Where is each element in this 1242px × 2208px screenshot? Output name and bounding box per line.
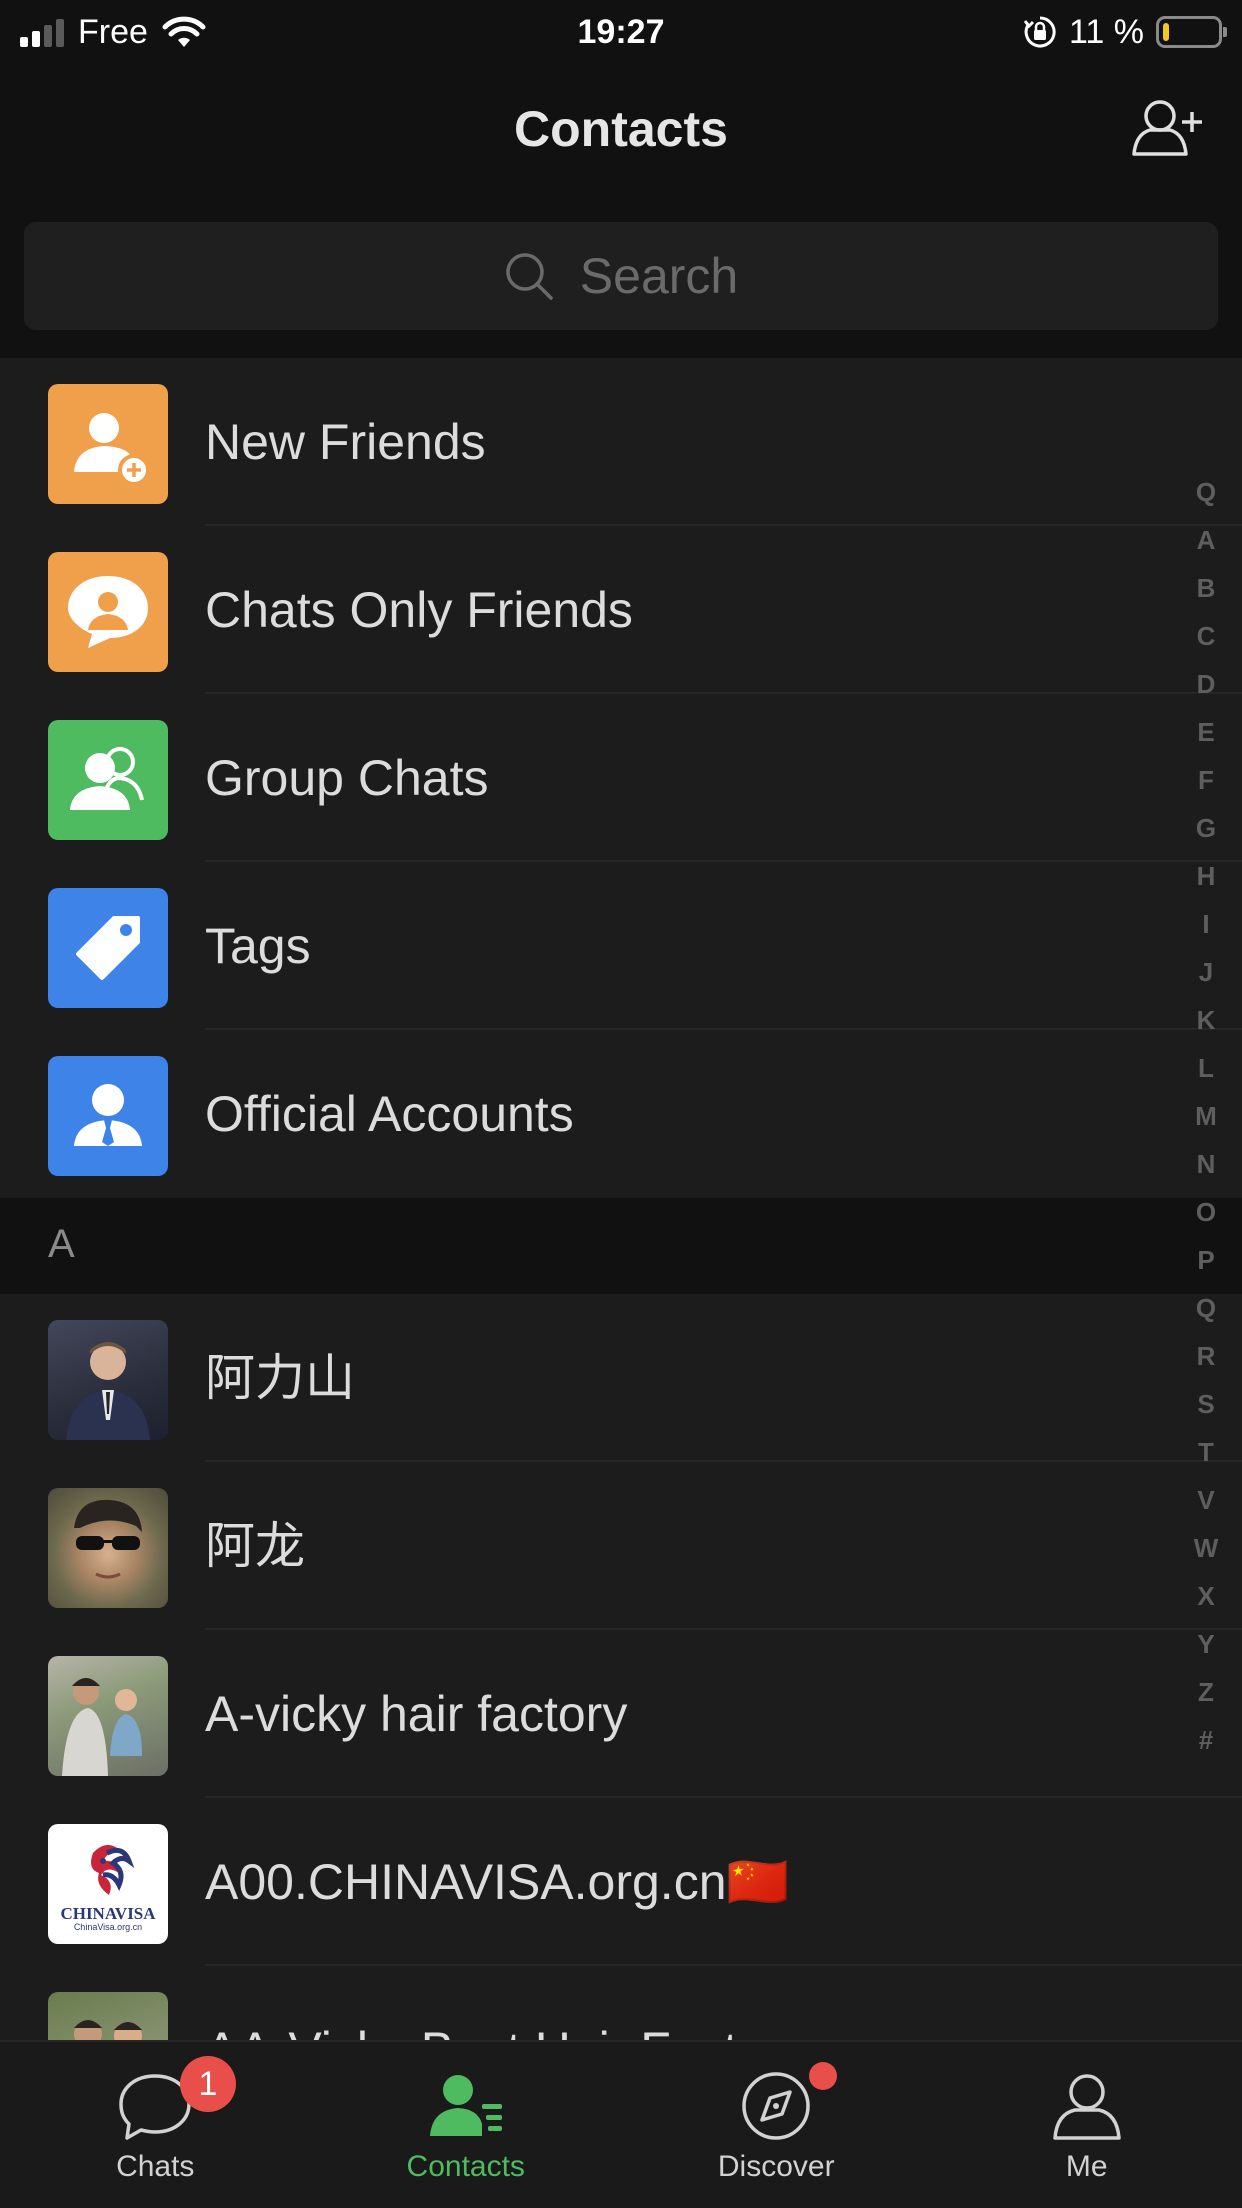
contact-name: A00.CHINAVISA.org.cn🇨🇳 (205, 1854, 789, 1910)
tag-icon (48, 888, 168, 1008)
index-letter[interactable]: J (1199, 948, 1213, 996)
tab-chats[interactable]: Chats 1 (0, 2042, 311, 2208)
group-chats-icon (48, 720, 168, 840)
tab-contacts-label: Contacts (406, 2150, 525, 2183)
official-accounts-item[interactable]: Official Accounts (0, 1030, 1242, 1198)
index-letter[interactable]: I (1202, 900, 1209, 948)
add-contact-icon (1132, 100, 1202, 156)
avatar (48, 1488, 168, 1608)
contact-row[interactable]: 阿力山 (0, 1294, 1242, 1462)
alphabet-index[interactable]: Q A B C D E F G H I J K L M N O P Q R S T V W X Y Z # (1182, 468, 1230, 1764)
index-letter[interactable]: F (1198, 756, 1214, 804)
index-letter[interactable]: Z (1198, 1668, 1214, 1716)
search-input[interactable]: Search (24, 222, 1218, 330)
section-header-a: A (0, 1198, 1242, 1294)
contacts-icon (429, 2075, 502, 2136)
index-letter[interactable]: O (1196, 1188, 1216, 1236)
index-letter[interactable]: L (1198, 1044, 1214, 1092)
unread-badge: 1 (180, 2056, 236, 2112)
index-letter[interactable]: H (1197, 852, 1216, 900)
index-letter[interactable]: A (1197, 516, 1216, 564)
add-contact-button[interactable] (1130, 96, 1204, 160)
index-letter[interactable]: Y (1197, 1620, 1214, 1668)
index-letter[interactable]: X (1197, 1572, 1214, 1620)
chats-only-friends-label: Chats Only Friends (205, 582, 633, 638)
index-search-icon[interactable]: Q (1196, 468, 1216, 516)
tags-item[interactable]: Tags (0, 862, 1242, 1030)
index-letter[interactable]: R (1197, 1332, 1216, 1380)
status-bar: Free 19:27 11 % (0, 0, 1242, 64)
notification-dot (809, 2062, 837, 2090)
chinavisa-logo-icon (91, 1845, 135, 1895)
avatar (48, 1656, 168, 1776)
nav-bar: Contacts (0, 64, 1242, 192)
index-letter[interactable]: G (1196, 804, 1216, 852)
tab-bar: Chats 1 Contacts Discover Me (0, 2040, 1242, 2208)
index-letter[interactable]: S (1197, 1380, 1214, 1428)
index-letter[interactable]: M (1195, 1092, 1217, 1140)
index-letter[interactable]: W (1194, 1524, 1219, 1572)
chinavisa-logo-subtext: ChinaVisa.org.cn (73, 1922, 143, 1932)
index-letter[interactable]: V (1197, 1476, 1214, 1524)
group-chats-item[interactable]: Group Chats (0, 694, 1242, 862)
contact-row[interactable]: CHINAVISA ChinaVisa.org.cn A00.CHINAVISA… (0, 1798, 1242, 1966)
chats-only-friends-item[interactable]: Chats Only Friends (0, 526, 1242, 694)
page-title: Contacts (514, 101, 728, 157)
search-icon (506, 253, 553, 300)
tab-discover[interactable]: Discover (621, 2042, 932, 2208)
new-friends-icon (48, 384, 168, 504)
chinavisa-logo-text: CHINAVISA (60, 1905, 155, 1922)
contact-name: 阿力山 (205, 1350, 355, 1406)
new-friends-label: New Friends (205, 414, 486, 470)
index-letter[interactable]: P (1197, 1236, 1214, 1284)
contact-row[interactable]: 阿龙 (0, 1462, 1242, 1630)
index-letter[interactable]: E (1197, 708, 1214, 756)
official-accounts-icon (48, 1056, 168, 1176)
logo-word: CHINAVISA (60, 1904, 156, 1923)
index-letter[interactable]: K (1197, 996, 1216, 1044)
tab-contacts[interactable]: Contacts (311, 2042, 622, 2208)
status-right: 11 % (1023, 10, 1227, 54)
battery-percent: 11 % (1069, 12, 1144, 51)
rotation-lock-icon (1023, 16, 1056, 48)
index-letter[interactable]: # (1199, 1716, 1213, 1764)
contact-row[interactable]: A-vicky hair factory (0, 1630, 1242, 1798)
index-letter[interactable]: Q (1196, 1284, 1216, 1332)
index-letter[interactable]: D (1197, 660, 1216, 708)
index-letter[interactable]: C (1197, 612, 1216, 660)
index-letter[interactable]: B (1197, 564, 1216, 612)
index-letter[interactable]: T (1198, 1428, 1214, 1476)
contacts-list: New Friends Chats Only Friends Group Cha… (0, 358, 1242, 2134)
battery-icon (1156, 16, 1227, 48)
avatar: CHINAVISA ChinaVisa.org.cn (48, 1824, 168, 1944)
battery-level (1163, 23, 1169, 41)
discover-icon (742, 2072, 810, 2140)
search-placeholder: Search (579, 248, 739, 304)
tab-me[interactable]: Me (932, 2042, 1242, 2208)
new-friends-item[interactable]: New Friends (0, 358, 1242, 526)
tags-label: Tags (205, 918, 311, 974)
contact-name: 阿龙 (205, 1518, 305, 1574)
me-icon (1053, 2074, 1121, 2140)
index-letter[interactable]: N (1197, 1140, 1216, 1188)
tab-discover-label: Discover (717, 2150, 835, 2183)
avatar (48, 1320, 168, 1440)
contact-name: A-vicky hair factory (205, 1686, 628, 1742)
tab-chats-label: Chats (116, 2150, 195, 2183)
section-letter: A (48, 1222, 75, 1266)
official-accounts-label: Official Accounts (205, 1086, 574, 1142)
group-chats-label: Group Chats (205, 750, 489, 806)
chats-only-friends-icon (48, 552, 168, 672)
tab-me-label: Me (1065, 2150, 1108, 2183)
